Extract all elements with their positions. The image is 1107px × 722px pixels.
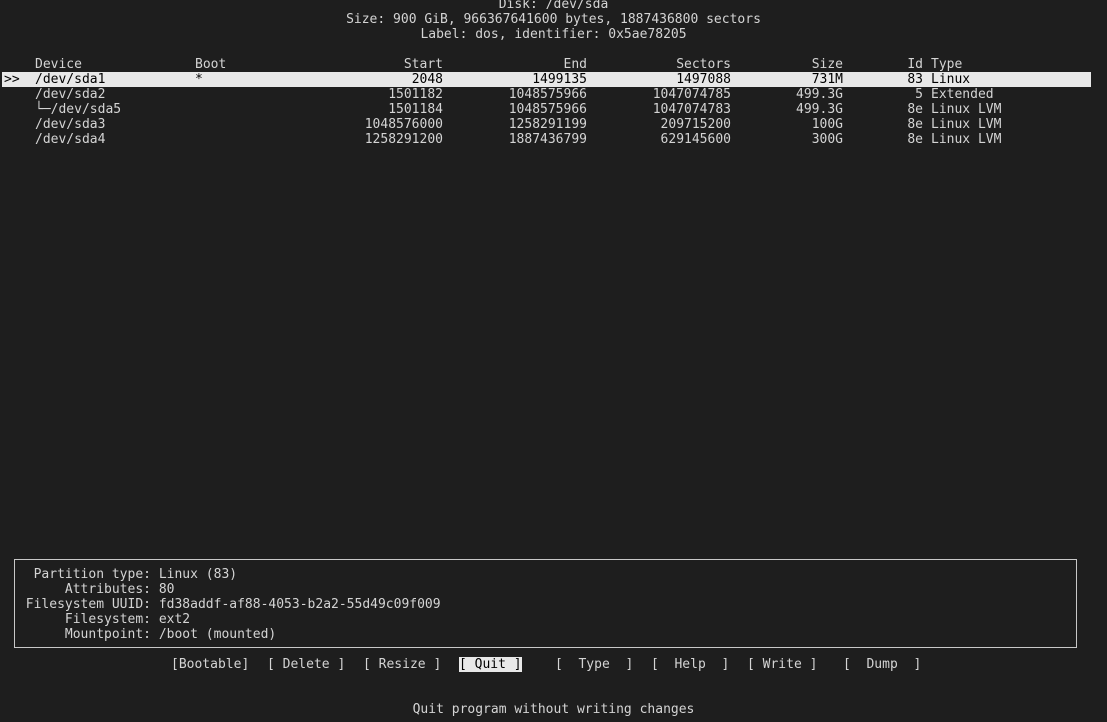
cell-device: /dev/sda4 — [35, 132, 106, 147]
cell-end: 1048575966 — [508, 102, 587, 117]
cell-id: 8e — [907, 117, 923, 132]
column-boot: Boot — [195, 57, 227, 72]
info-partition-type: Partition type: Linux (83) — [19, 567, 238, 582]
status-message: Quit program without writing changes — [412, 702, 695, 717]
selection-cursor: >> — [4, 72, 20, 87]
quit-button[interactable]: [ Quit ] — [459, 657, 522, 672]
info-mountpoint-value: /boot (mounted) — [158, 627, 277, 642]
info-attributes-label: Attributes: — [64, 582, 151, 597]
cell-end: 1887436799 — [508, 132, 587, 147]
disk-size: Size: 900 GiB, 966367641600 bytes, 18874… — [346, 12, 761, 27]
cell-size: 100G — [811, 117, 843, 132]
info-uuid-value: fd38addf-af88-4053-b2a2-55d49c09f009 — [158, 597, 441, 612]
cell-start: 1501182 — [388, 87, 443, 102]
column-sectors: Sectors — [676, 57, 731, 72]
cell-id: 83 — [907, 72, 923, 87]
quit-button-label: Quit — [466, 657, 514, 672]
column-start: Start — [403, 57, 443, 72]
cell-start: 1501184 — [388, 102, 443, 117]
cell-type: Linux LVM — [931, 117, 1002, 132]
cell-end: 1258291199 — [508, 117, 587, 132]
cell-device: └─/dev/sda5 — [35, 102, 122, 117]
info-filesystem: Filesystem: ext2 — [19, 612, 190, 627]
cell-boot: * — [195, 72, 203, 87]
info-uuid-label: Filesystem UUID: — [25, 597, 151, 612]
cell-sectors: 209715200 — [660, 117, 731, 132]
dump-button[interactable]: [ Dump ] — [843, 657, 921, 672]
table-row[interactable]: /dev/sda4 1258291200 1887436799 62914560… — [2, 132, 1091, 147]
column-device: Device — [35, 57, 82, 72]
column-size: Size — [811, 57, 843, 72]
cell-sectors: 1047074783 — [652, 102, 731, 117]
cell-sectors: 1047074785 — [652, 87, 731, 102]
help-button[interactable]: [ Help ] — [651, 657, 729, 672]
column-end: End — [563, 57, 587, 72]
cell-device: /dev/sda3 — [35, 117, 106, 132]
cell-type: Extended — [931, 87, 994, 102]
cell-sectors: 629145600 — [660, 132, 731, 147]
disk-label: Label: dos, identifier: 0x5ae78205 — [420, 27, 687, 42]
bootable-button[interactable]: [Bootable] — [171, 657, 249, 672]
resize-button[interactable]: [ Resize ] — [363, 657, 441, 672]
table-row[interactable]: /dev/sda3 1048576000 1258291199 20971520… — [2, 117, 1091, 132]
info-mountpoint-label: Mountpoint: — [64, 627, 151, 642]
cell-size: 731M — [811, 72, 843, 87]
cell-device: /dev/sda1 — [35, 72, 106, 87]
column-type: Type — [931, 57, 963, 72]
cell-end: 1048575966 — [508, 87, 587, 102]
cell-type: Linux LVM — [931, 132, 1002, 147]
info-mountpoint: Mountpoint: /boot (mounted) — [19, 627, 276, 642]
info-partition-type-label: Partition type: — [33, 567, 151, 582]
cell-size: 499.3G — [796, 102, 843, 117]
table-row[interactable]: >> /dev/sda1 * 2048 1499135 1497088 731M… — [2, 72, 1091, 87]
cell-start: 2048 — [411, 72, 443, 87]
cell-id: 5 — [915, 87, 923, 102]
info-filesystem-label: Filesystem: — [64, 612, 151, 627]
cell-device: /dev/sda2 — [35, 87, 106, 102]
quit-button-close-bracket: ] — [513, 657, 522, 672]
quit-button-open-bracket: [ — [459, 657, 467, 672]
cell-size: 499.3G — [796, 87, 843, 102]
cell-start: 1258291200 — [364, 132, 443, 147]
cell-start: 1048576000 — [364, 117, 443, 132]
cell-id: 8e — [907, 102, 923, 117]
write-button[interactable]: [ Write ] — [747, 657, 817, 672]
info-partition-type-value: Linux (83) — [158, 567, 238, 582]
cell-end: 1499135 — [532, 72, 587, 87]
cell-size: 300G — [811, 132, 843, 147]
column-id: Id — [907, 57, 923, 72]
table-row[interactable]: └─/dev/sda5 1501184 1048575966 104707478… — [2, 102, 1091, 117]
cell-type: Linux — [931, 72, 971, 87]
cell-sectors: 1497088 — [676, 72, 731, 87]
info-attributes: Attributes: 80 — [19, 582, 175, 597]
partition-info-panel: Partition type: Linux (83) Attributes: 8… — [14, 559, 1077, 648]
type-button[interactable]: [ Type ] — [555, 657, 633, 672]
disk-title: Disk: /dev/sda — [498, 0, 609, 12]
info-filesystem-value: ext2 — [158, 612, 191, 627]
quit-button-face: [ Quit ] — [459, 657, 522, 672]
cell-id: 8e — [907, 132, 923, 147]
cell-type: Linux LVM — [931, 102, 1002, 117]
table-row[interactable]: /dev/sda2 1501182 1048575966 1047074785 … — [2, 87, 1091, 102]
info-filesystem-uuid: Filesystem UUID: fd38addf-af88-4053-b2a2… — [19, 597, 441, 612]
delete-button[interactable]: [ Delete ] — [267, 657, 345, 672]
info-attributes-value: 80 — [158, 582, 175, 597]
